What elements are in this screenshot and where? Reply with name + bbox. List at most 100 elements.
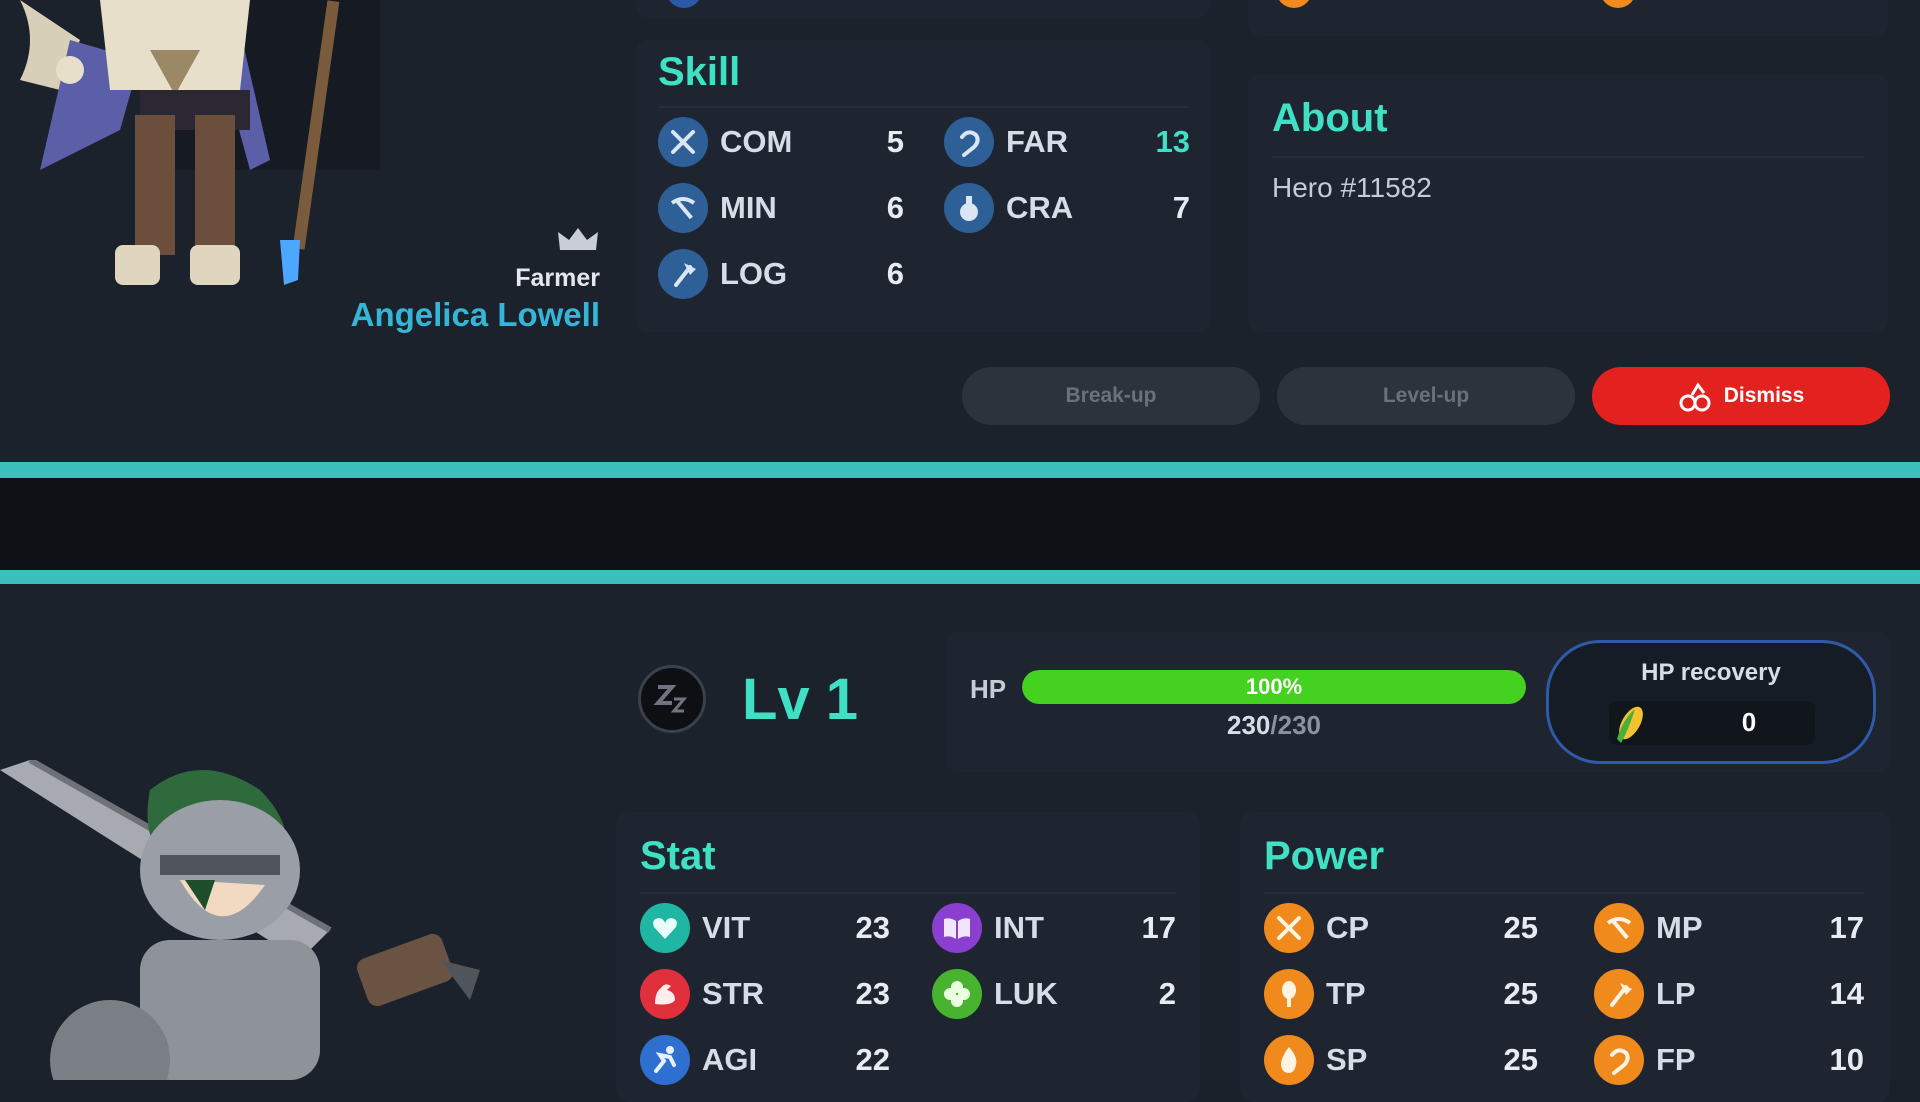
- flame-icon: [1264, 1035, 1314, 1085]
- skill-row-com: COM 5: [658, 117, 904, 167]
- power-label: FP: [1656, 1042, 1696, 1077]
- stat-row-agi: AGI 22: [640, 1035, 890, 1085]
- level-label: Lv 1: [742, 667, 859, 732]
- stat-value: 17: [1141, 910, 1176, 945]
- power-label: TP: [1326, 976, 1366, 1011]
- top-stub-panel-right: [1248, 0, 1888, 36]
- about-title-rule: [1272, 156, 1864, 158]
- skill-row-min: MIN 6: [658, 183, 904, 233]
- skill-label: CRA: [1006, 190, 1074, 225]
- skill-row-far: FAR 13: [944, 117, 1190, 167]
- hp-bar-track: 100%: [1022, 670, 1526, 704]
- hero-card-top: Farmer Angelica Lowell Skill COM 5 FAR 1…: [0, 0, 1920, 462]
- corn-icon: [1609, 699, 1653, 747]
- stat-row-luk: LUK 2: [932, 969, 1176, 1019]
- running-icon: [640, 1035, 690, 1085]
- power-label: MP: [1656, 910, 1703, 945]
- power-row-cp: CP 25: [1264, 903, 1538, 953]
- crossed-swords-icon: [1264, 903, 1314, 953]
- stat-label: LUK: [994, 976, 1058, 1011]
- book-icon: [932, 903, 982, 953]
- skill-title: Skill: [658, 50, 741, 94]
- skill-value: 6: [886, 256, 904, 291]
- sickle-icon: [944, 117, 994, 167]
- power-value: 25: [1503, 910, 1538, 945]
- power-value: 14: [1829, 976, 1864, 1011]
- skill-row-log: LOG 6: [658, 249, 904, 299]
- stat-row-int: INT 17: [932, 903, 1176, 953]
- stat-title: Stat: [640, 834, 716, 878]
- power-title-rule: [1264, 892, 1864, 894]
- power-row-fp: FP 10: [1594, 1035, 1864, 1085]
- power-panel: Power CP 25 MP 17 TP 25 LP 14 SP 25 FP 1…: [1240, 812, 1890, 1102]
- skill-title-rule: [658, 106, 1188, 108]
- stat-value: 2: [1158, 976, 1176, 1011]
- card-border-bottom: [0, 462, 1920, 478]
- hero-portrait-knight: [0, 760, 480, 1080]
- clover-icon: [932, 969, 982, 1019]
- skill-value: 13: [1155, 124, 1190, 159]
- levelup-button[interactable]: Level-up: [1277, 367, 1575, 425]
- stat-label: AGI: [702, 1042, 758, 1077]
- skill-value: 5: [886, 124, 904, 159]
- stat-value: 23: [855, 976, 890, 1011]
- hp-separator: /: [1270, 710, 1278, 740]
- stat-value: 23: [855, 910, 890, 945]
- skill-value: 6: [886, 190, 904, 225]
- hp-recovery-title: HP recovery: [1641, 659, 1781, 686]
- power-row-lp: LP 14: [1594, 969, 1864, 1019]
- skill-label: LOG: [720, 256, 788, 291]
- sickle-icon: [1594, 1035, 1644, 1085]
- power-row-tp: TP 25: [1264, 969, 1538, 1019]
- hp-recovery-value: 0: [1741, 707, 1757, 737]
- stat-label: INT: [994, 910, 1044, 945]
- hp-recovery-box[interactable]: HP recovery 0: [1546, 640, 1876, 764]
- about-title: About: [1272, 96, 1388, 140]
- skill-panel: Skill COM 5 FAR 13 MIN 6 CRA 7 LOG 6: [636, 40, 1210, 332]
- axe-icon: [658, 249, 708, 299]
- bag-icon: [1678, 379, 1712, 413]
- breakup-button[interactable]: Break-up: [962, 367, 1260, 425]
- hero-card-bottom: Lv 1 HP 100% 230/230 HP recovery 0 Stat: [0, 584, 1920, 1102]
- dismiss-button[interactable]: Dismiss: [1592, 367, 1890, 425]
- pickaxe-icon: [658, 183, 708, 233]
- axe-icon: [1594, 969, 1644, 1019]
- power-value: 17: [1829, 910, 1864, 945]
- power-value: 10: [1829, 1042, 1864, 1077]
- hp-panel: HP 100% 230/230 HP recovery 0: [946, 632, 1890, 772]
- about-panel: About Hero #11582: [1248, 74, 1888, 332]
- hp-numbers: 230/230: [1022, 710, 1526, 741]
- hero-portrait-farmer: [20, 0, 380, 285]
- hero-class-label: Farmer: [515, 264, 600, 292]
- crossed-swords-icon: [658, 117, 708, 167]
- skill-label: FAR: [1006, 124, 1068, 159]
- hp-max: 230: [1277, 710, 1321, 740]
- power-row-sp: SP 25: [1264, 1035, 1538, 1085]
- stat-value: 22: [855, 1042, 890, 1077]
- stat-label: VIT: [702, 910, 751, 945]
- skill-label: MIN: [720, 190, 777, 225]
- crown-icon: [556, 226, 600, 254]
- pickaxe-icon: [1594, 903, 1644, 953]
- hp-label: HP: [970, 674, 1007, 704]
- skill-row-cra: CRA 7: [944, 183, 1190, 233]
- skill-value: 7: [1172, 190, 1190, 225]
- wheat-icon: [1264, 969, 1314, 1019]
- about-text: Hero #11582: [1272, 172, 1432, 203]
- stat-title-rule: [640, 892, 1176, 894]
- power-value: 25: [1503, 976, 1538, 1011]
- top-stub-panel-left: [636, 0, 1210, 18]
- heart-icon: [640, 903, 690, 953]
- power-title: Power: [1264, 834, 1385, 878]
- sleep-status-icon: [638, 665, 706, 733]
- card-gap: [0, 478, 1920, 570]
- hp-percent: 100%: [1245, 674, 1303, 699]
- skill-label: COM: [720, 124, 793, 159]
- power-label: CP: [1326, 910, 1370, 945]
- power-value: 25: [1503, 1042, 1538, 1077]
- hero-name: Angelica Lowell: [350, 296, 600, 333]
- power-row-mp: MP 17: [1594, 903, 1864, 953]
- stat-row-str: STR 23: [640, 969, 890, 1019]
- stat-panel: Stat VIT 23 INT 17 STR 23 LUK 2 AGI 22: [616, 812, 1200, 1102]
- muscle-icon: [640, 969, 690, 1019]
